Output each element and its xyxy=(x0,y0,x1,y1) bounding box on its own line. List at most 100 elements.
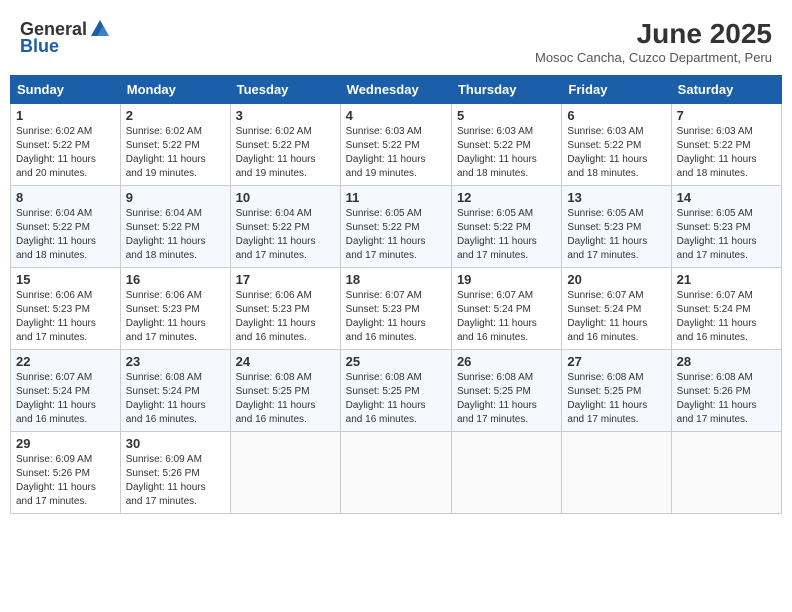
calendar-cell: 16 Sunrise: 6:06 AM Sunset: 5:23 PM Dayli… xyxy=(120,268,230,350)
day-number: 10 xyxy=(236,190,335,205)
day-info: Sunrise: 6:05 AM Sunset: 5:23 PM Dayligh… xyxy=(567,207,665,263)
day-info: Sunrise: 6:07 AM Sunset: 5:24 PM Dayligh… xyxy=(567,289,665,345)
day-info: Sunrise: 6:08 AM Sunset: 5:25 PM Dayligh… xyxy=(236,371,335,427)
day-header-sunday: Sunday xyxy=(11,76,121,104)
calendar-cell: 6 Sunrise: 6:03 AM Sunset: 5:22 PM Daylig… xyxy=(562,104,671,186)
day-header-wednesday: Wednesday xyxy=(340,76,451,104)
header: General Blue June 2025 Mosoc Cancha, Cuz… xyxy=(10,10,782,69)
calendar-cell: 19 Sunrise: 6:07 AM Sunset: 5:24 PM Dayli… xyxy=(451,268,561,350)
calendar-cell: 12Sunrise: 6:05 AM Sunset: 5:22 PM Dayli… xyxy=(451,186,561,268)
day-number: 11 xyxy=(346,190,446,205)
calendar-cell: 4 Sunrise: 6:03 AM Sunset: 5:22 PM Daylig… xyxy=(340,104,451,186)
calendar-cell: 24 Sunrise: 6:08 AM Sunset: 5:25 PM Dayli… xyxy=(230,350,340,432)
calendar-week-1: 1 Sunrise: 6:02 AM Sunset: 5:22 PM Daylig… xyxy=(11,104,782,186)
calendar-cell: 7 Sunrise: 6:03 AM Sunset: 5:22 PM Daylig… xyxy=(671,104,781,186)
calendar-cell: 8 Sunrise: 6:04 AM Sunset: 5:22 PM Daylig… xyxy=(11,186,121,268)
day-number: 13 xyxy=(567,190,665,205)
calendar-cell: 3Sunrise: 6:02 AM Sunset: 5:22 PM Daylig… xyxy=(230,104,340,186)
day-info: Sunrise: 6:08 AM Sunset: 5:25 PM Dayligh… xyxy=(567,371,665,427)
day-info: Sunrise: 6:08 AM Sunset: 5:26 PM Dayligh… xyxy=(677,371,776,427)
day-number: 8 xyxy=(16,190,115,205)
calendar-cell: 5 Sunrise: 6:03 AM Sunset: 5:22 PM Daylig… xyxy=(451,104,561,186)
calendar-cell: 21 Sunrise: 6:07 AM Sunset: 5:24 PM Dayli… xyxy=(671,268,781,350)
day-info: Sunrise: 6:05 AM Sunset: 5:23 PM Dayligh… xyxy=(677,207,776,263)
calendar: SundayMondayTuesdayWednesdayThursdayFrid… xyxy=(10,75,782,514)
day-info: Sunrise: 6:06 AM Sunset: 5:23 PM Dayligh… xyxy=(126,289,225,345)
day-info: Sunrise: 6:02 AM Sunset: 5:22 PM Dayligh… xyxy=(16,125,115,181)
day-number: 6 xyxy=(567,108,665,123)
day-number: 9 xyxy=(126,190,225,205)
day-info: Sunrise: 6:03 AM Sunset: 5:22 PM Dayligh… xyxy=(567,125,665,181)
calendar-cell: 20 Sunrise: 6:07 AM Sunset: 5:24 PM Dayli… xyxy=(562,268,671,350)
day-header-tuesday: Tuesday xyxy=(230,76,340,104)
day-info: Sunrise: 6:07 AM Sunset: 5:23 PM Dayligh… xyxy=(346,289,446,345)
day-number: 7 xyxy=(677,108,776,123)
calendar-cell: 1 Sunrise: 6:02 AM Sunset: 5:22 PM Daylig… xyxy=(11,104,121,186)
day-number: 22 xyxy=(16,354,115,369)
calendar-cell: 14Sunrise: 6:05 AM Sunset: 5:23 PM Dayli… xyxy=(671,186,781,268)
location: Mosoc Cancha, Cuzco Department, Peru xyxy=(535,50,772,65)
day-info: Sunrise: 6:03 AM Sunset: 5:22 PM Dayligh… xyxy=(346,125,446,181)
logo: General Blue xyxy=(20,18,113,57)
calendar-cell: 27 Sunrise: 6:08 AM Sunset: 5:25 PM Dayli… xyxy=(562,350,671,432)
calendar-cell: 2 Sunrise: 6:02 AM Sunset: 5:22 PM Daylig… xyxy=(120,104,230,186)
day-number: 17 xyxy=(236,272,335,287)
calendar-cell xyxy=(451,432,561,514)
day-info: Sunrise: 6:05 AM Sunset: 5:22 PM Dayligh… xyxy=(346,207,446,263)
day-header-thursday: Thursday xyxy=(451,76,561,104)
day-info: Sunrise: 6:02 AM Sunset: 5:22 PM Dayligh… xyxy=(236,125,335,181)
calendar-cell: 28Sunrise: 6:08 AM Sunset: 5:26 PM Dayli… xyxy=(671,350,781,432)
calendar-cell: 11 Sunrise: 6:05 AM Sunset: 5:22 PM Dayli… xyxy=(340,186,451,268)
day-number: 27 xyxy=(567,354,665,369)
logo-blue-text: Blue xyxy=(20,36,59,57)
day-info: Sunrise: 6:07 AM Sunset: 5:24 PM Dayligh… xyxy=(16,371,115,427)
calendar-cell: 17Sunrise: 6:06 AM Sunset: 5:23 PM Dayli… xyxy=(230,268,340,350)
day-number: 26 xyxy=(457,354,556,369)
day-number: 19 xyxy=(457,272,556,287)
calendar-cell: 29Sunrise: 6:09 AM Sunset: 5:26 PM Dayli… xyxy=(11,432,121,514)
day-number: 4 xyxy=(346,108,446,123)
day-number: 16 xyxy=(126,272,225,287)
day-number: 24 xyxy=(236,354,335,369)
day-number: 2 xyxy=(126,108,225,123)
calendar-cell: 13 Sunrise: 6:05 AM Sunset: 5:23 PM Dayli… xyxy=(562,186,671,268)
day-info: Sunrise: 6:04 AM Sunset: 5:22 PM Dayligh… xyxy=(16,207,115,263)
calendar-cell xyxy=(230,432,340,514)
day-number: 5 xyxy=(457,108,556,123)
day-number: 18 xyxy=(346,272,446,287)
calendar-cell: 10 Sunrise: 6:04 AM Sunset: 5:22 PM Dayli… xyxy=(230,186,340,268)
calendar-cell xyxy=(562,432,671,514)
day-header-saturday: Saturday xyxy=(671,76,781,104)
day-number: 23 xyxy=(126,354,225,369)
calendar-week-4: 22 Sunrise: 6:07 AM Sunset: 5:24 PM Dayli… xyxy=(11,350,782,432)
day-info: Sunrise: 6:07 AM Sunset: 5:24 PM Dayligh… xyxy=(677,289,776,345)
calendar-week-3: 15Sunrise: 6:06 AM Sunset: 5:23 PM Dayli… xyxy=(11,268,782,350)
calendar-cell: 30 Sunrise: 6:09 AM Sunset: 5:26 PM Dayli… xyxy=(120,432,230,514)
day-info: Sunrise: 6:04 AM Sunset: 5:22 PM Dayligh… xyxy=(126,207,225,263)
day-info: Sunrise: 6:03 AM Sunset: 5:22 PM Dayligh… xyxy=(457,125,556,181)
day-number: 25 xyxy=(346,354,446,369)
logo-icon xyxy=(89,18,111,40)
day-number: 1 xyxy=(16,108,115,123)
day-header-monday: Monday xyxy=(120,76,230,104)
calendar-cell: 9 Sunrise: 6:04 AM Sunset: 5:22 PM Daylig… xyxy=(120,186,230,268)
calendar-cell: 18 Sunrise: 6:07 AM Sunset: 5:23 PM Dayli… xyxy=(340,268,451,350)
calendar-cell: 22 Sunrise: 6:07 AM Sunset: 5:24 PM Dayli… xyxy=(11,350,121,432)
day-info: Sunrise: 6:09 AM Sunset: 5:26 PM Dayligh… xyxy=(126,453,225,509)
title-area: June 2025 Mosoc Cancha, Cuzco Department… xyxy=(535,18,772,65)
calendar-cell: 25 Sunrise: 6:08 AM Sunset: 5:25 PM Dayli… xyxy=(340,350,451,432)
day-info: Sunrise: 6:07 AM Sunset: 5:24 PM Dayligh… xyxy=(457,289,556,345)
day-number: 21 xyxy=(677,272,776,287)
day-number: 20 xyxy=(567,272,665,287)
calendar-header-row: SundayMondayTuesdayWednesdayThursdayFrid… xyxy=(11,76,782,104)
calendar-week-2: 8 Sunrise: 6:04 AM Sunset: 5:22 PM Daylig… xyxy=(11,186,782,268)
calendar-cell: 23Sunrise: 6:08 AM Sunset: 5:24 PM Dayli… xyxy=(120,350,230,432)
day-info: Sunrise: 6:04 AM Sunset: 5:22 PM Dayligh… xyxy=(236,207,335,263)
month-year: June 2025 xyxy=(535,18,772,50)
calendar-cell: 26Sunrise: 6:08 AM Sunset: 5:25 PM Dayli… xyxy=(451,350,561,432)
day-info: Sunrise: 6:03 AM Sunset: 5:22 PM Dayligh… xyxy=(677,125,776,181)
day-number: 30 xyxy=(126,436,225,451)
day-info: Sunrise: 6:08 AM Sunset: 5:25 PM Dayligh… xyxy=(346,371,446,427)
day-header-friday: Friday xyxy=(562,76,671,104)
day-info: Sunrise: 6:02 AM Sunset: 5:22 PM Dayligh… xyxy=(126,125,225,181)
